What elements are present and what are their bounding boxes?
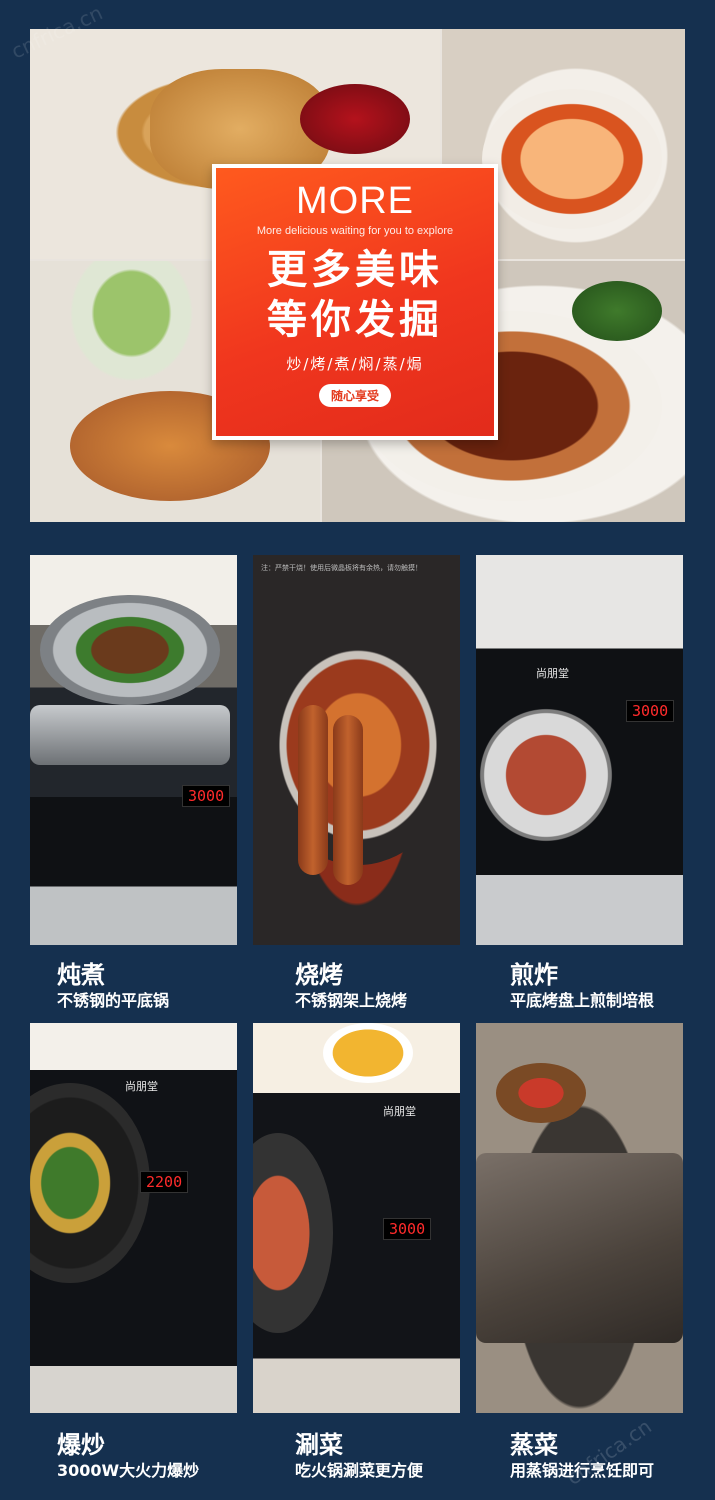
card-title: 煎炸 (510, 961, 558, 989)
card-title: 烧烤 (295, 961, 343, 989)
card-title: 炖煮 (57, 961, 105, 989)
promo-headline: MORE (296, 180, 414, 222)
steamed-fish-photo (476, 1023, 683, 1413)
promo-title-line2: 等你发掘 (267, 297, 443, 343)
promo-card: MORE More delicious waiting for you to e… (212, 164, 498, 440)
hotpot-brand: 尚朋堂 (383, 1105, 416, 1118)
card-title: 蒸菜 (510, 1431, 558, 1459)
hotpot-photo: 尚朋堂 3000 (253, 1023, 460, 1413)
card-title: 涮菜 (295, 1431, 343, 1459)
card-subtitle: 不锈钢架上烧烤 (295, 991, 408, 1010)
hotpot-display: 3000 (383, 1218, 432, 1240)
promo-tagline: More delicious waiting for you to explor… (256, 225, 454, 237)
fry-brand: 尚朋堂 (536, 667, 569, 680)
card-subtitle: 平底烤盘上煎制培根 (510, 991, 655, 1010)
card-subtitle: 不锈钢的平底锅 (57, 991, 170, 1010)
promo-methods: 炒/烤/煮/焖/蒸/焗 (286, 355, 424, 373)
stirfry-display: 2200 (140, 1171, 189, 1193)
fry-display: 3000 (626, 700, 675, 722)
promo-badge: 随心享受 (318, 384, 391, 407)
card-title: 爆炒 (57, 1431, 105, 1459)
bbq-notice: 注：严禁干烧！使用后微晶板将有余热，请勿触摸！ (261, 564, 422, 572)
frying-pan-photo: 尚朋堂 3000 (476, 555, 683, 945)
stew-pot-photo: 3000 (30, 555, 237, 945)
stirfry-brand: 尚朋堂 (125, 1080, 158, 1093)
card-subtitle: 吃火锅涮菜更方便 (295, 1461, 424, 1480)
stirfry-wok-photo: 尚朋堂 2200 (30, 1023, 237, 1413)
card-subtitle: 3000W大火力爆炒 (57, 1461, 200, 1480)
bbq-grill-photo: 注：严禁干烧！使用后微晶板将有余热，请勿触摸！ (253, 555, 460, 945)
stew-display: 3000 (182, 785, 231, 807)
promo-title-line1: 更多美味 (267, 247, 443, 293)
